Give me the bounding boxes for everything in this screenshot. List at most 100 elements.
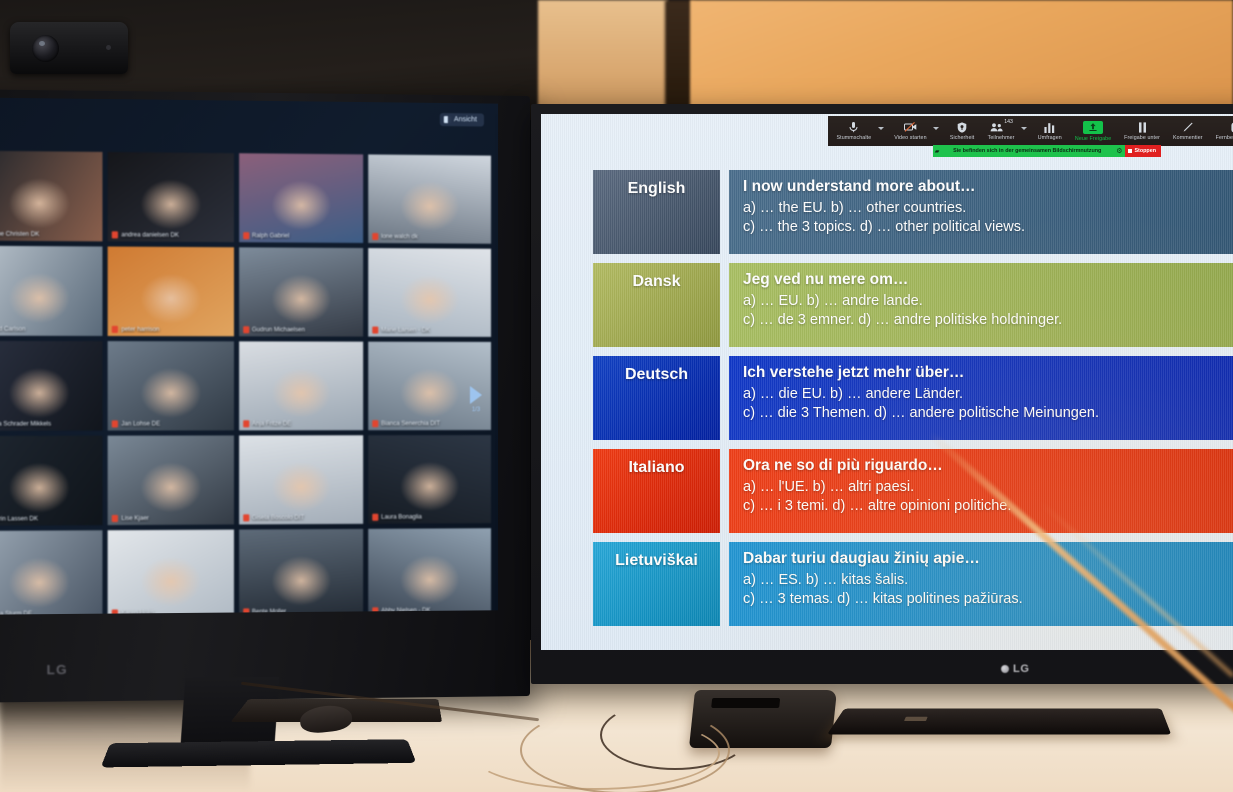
participant-tile[interactable]: Laura Bonaglia xyxy=(367,435,492,524)
participant-video xyxy=(107,246,234,337)
chevron-down-icon[interactable] xyxy=(877,126,884,130)
toolbar-pause[interactable]: Freigabe unter xyxy=(1118,121,1167,141)
participant-tile[interactable]: Jan Lohse DE xyxy=(107,341,234,431)
toolbar-item-label: Umfragen xyxy=(1037,135,1062,141)
stop-share-button[interactable]: Stoppen xyxy=(1125,145,1161,157)
chevron-down-icon[interactable] xyxy=(1021,126,1028,130)
participant-name-tag: Ralph Gabriel xyxy=(242,232,357,240)
participant-video xyxy=(107,341,234,431)
right-monitor-screen: Stummschalte Video starten Sicherheit 143 Te… xyxy=(541,114,1233,650)
slide-language-label: English xyxy=(593,170,720,254)
slide-answers-line-2: c) … die 3 Themen. d) … andere politisch… xyxy=(743,404,1099,421)
participant-tile[interactable]: Katrin Lassen DK xyxy=(0,435,103,526)
gallery-next-page[interactable]: 1/3 xyxy=(469,385,482,414)
left-monitor: LG Ansicht Anne Christen DK andrea daniel… xyxy=(0,89,530,768)
participant-video xyxy=(0,150,103,242)
participant-name-tag: Gisela Boscolo DIT xyxy=(242,514,357,522)
participant-video xyxy=(238,247,363,337)
participant-tile[interactable]: Anja Fritze DE xyxy=(238,341,363,431)
slide-language-row: Deutsch Ich verstehe jetzt mehr über… a) …… xyxy=(593,356,1233,440)
participant-name-tag: lone walch dk xyxy=(372,232,485,241)
slide-answers-line-2: c) … 3 temas. d) … kitas politines pažiū… xyxy=(743,590,1023,607)
toolbar-remote-control[interactable]: Fernbedienung xyxy=(1209,121,1233,141)
participant-tile[interactable]: Marie Larsen - DK xyxy=(367,248,492,337)
participant-video xyxy=(367,528,492,615)
slide-language-row: Lietuviškai Dabar turiu daugiau žinių api… xyxy=(593,542,1233,626)
shared-slide: English I now understand more about… a) … … xyxy=(541,160,1233,650)
slide-question: Ora ne so di più riguardo… xyxy=(743,457,943,474)
participant-video xyxy=(238,341,363,431)
participant-name-tag: Lena Sturm DE xyxy=(0,610,97,615)
participant-tile[interactable]: lone walch dk xyxy=(367,154,492,244)
participant-name: Lise Kjaer xyxy=(121,515,149,522)
left-monitor-stand-base xyxy=(100,739,417,768)
toolbar-item-label: Video starten xyxy=(894,135,927,141)
participant-tile[interactable]: Inga Schrader Mikkels xyxy=(0,340,103,431)
slide-question: Dabar turiu daugiau žinių apie… xyxy=(743,550,980,567)
participants-icon: 143 xyxy=(990,119,1013,133)
participant-tile[interactable]: peter harrison xyxy=(107,246,234,337)
view-layout-icon xyxy=(443,116,451,124)
slide-answers-line-2: c) … the 3 topics. d) … other political … xyxy=(743,218,1026,235)
participant-tile[interactable]: Ralph Gabriel xyxy=(238,153,363,243)
participant-video xyxy=(238,528,363,615)
page-indicator: 1/3 xyxy=(471,407,481,414)
slide-language-label: Lietuviškai xyxy=(593,542,720,626)
participant-tile[interactable]: Lena Sturm DE xyxy=(0,530,103,615)
toolbar-poll-bars[interactable]: Umfragen xyxy=(1031,121,1068,141)
toolbar-shield[interactable]: Sicherheit xyxy=(943,121,981,141)
participant-tile[interactable]: Lise Kjaer xyxy=(107,435,234,526)
slide-language-label: Deutsch xyxy=(593,356,720,440)
participant-tile[interactable]: Gudrun Michaelsen xyxy=(238,247,363,337)
participant-video xyxy=(238,153,363,243)
participant-name-tag: Bente Moller xyxy=(242,607,357,615)
participant-name-tag: Karen Holm xyxy=(112,609,227,615)
mute-icon xyxy=(372,513,379,521)
participant-name-tag: Jan Lohse DE xyxy=(112,420,227,428)
participant-tile[interactable]: Gisela Boscolo DIT xyxy=(238,435,363,525)
participant-video xyxy=(367,435,492,524)
participant-name-tag: Anja Fritze DE xyxy=(242,420,357,428)
toolbar-camera-off[interactable]: Video starten xyxy=(888,121,933,141)
participant-tile[interactable]: andrea danielsen DK xyxy=(107,151,234,243)
participant-tile[interactable]: Abby Nielsen - DK xyxy=(367,528,492,615)
chevron-right-icon xyxy=(469,385,482,405)
participant-name: Bente Moller xyxy=(251,608,287,615)
chevron-down-icon[interactable] xyxy=(933,126,940,130)
gear-icon[interactable]: ⚙ xyxy=(1113,147,1125,155)
left-monitor-screen: Ansicht Anne Christen DK andrea danielsen… xyxy=(0,97,499,615)
base-badge xyxy=(904,716,928,721)
right-monitor: LG Stummschalte Video starten Sicherheit 14… xyxy=(531,104,1233,684)
participant-tile[interactable]: Karen Holm xyxy=(107,529,234,615)
participant-tile[interactable]: Anne Christen DK xyxy=(0,150,103,242)
participant-name: Laura Bonaglia xyxy=(381,514,422,521)
mute-icon xyxy=(242,326,249,334)
screen-share-icon: ▰ xyxy=(934,148,940,155)
participant-name-tag: Katrin Lassen DK xyxy=(0,515,97,523)
screen-share-status-bar: ▰ Sie befinden sich in der gemeinsamen B… xyxy=(933,145,1161,157)
toolbar-participants[interactable]: 143 Teilnehmer xyxy=(981,119,1021,141)
slide-answers-line-1: a) … die EU. b) … andere Länder. xyxy=(743,386,964,402)
slide-language-body: I now understand more about… a) … the EU.… xyxy=(729,170,1233,254)
mute-icon xyxy=(372,326,379,334)
participant-name: Inga Schrader Mikkels xyxy=(0,420,52,428)
view-button[interactable]: Ansicht xyxy=(439,112,484,127)
mute-icon xyxy=(112,420,119,428)
slide-question: I now understand more about… xyxy=(743,178,976,195)
participant-video xyxy=(0,435,103,526)
mute-icon xyxy=(242,514,249,522)
view-button-label: Ansicht xyxy=(453,116,477,124)
participant-tile[interactable]: Fred Carlson xyxy=(0,245,103,336)
toolbar-microphone[interactable]: Stummschalte xyxy=(830,121,878,141)
participant-video xyxy=(0,245,103,336)
participant-tile[interactable]: Bente Moller xyxy=(238,528,363,615)
right-monitor-brand-text: LG xyxy=(1013,663,1030,675)
left-monitor-bezel: Ansicht Anne Christen DK andrea danielsen… xyxy=(0,97,499,615)
slide-answers-line-1: a) … EU. b) … andre lande. xyxy=(743,293,923,309)
participant-name: lone walch dk xyxy=(381,233,418,240)
participant-video xyxy=(367,248,492,337)
toolbar-pen[interactable]: Kommentier xyxy=(1166,121,1209,141)
stop-share-label: Stoppen xyxy=(1134,148,1156,154)
toolbar-share-screen[interactable]: Neue Freigabe xyxy=(1068,120,1117,142)
mute-icon xyxy=(242,608,249,615)
